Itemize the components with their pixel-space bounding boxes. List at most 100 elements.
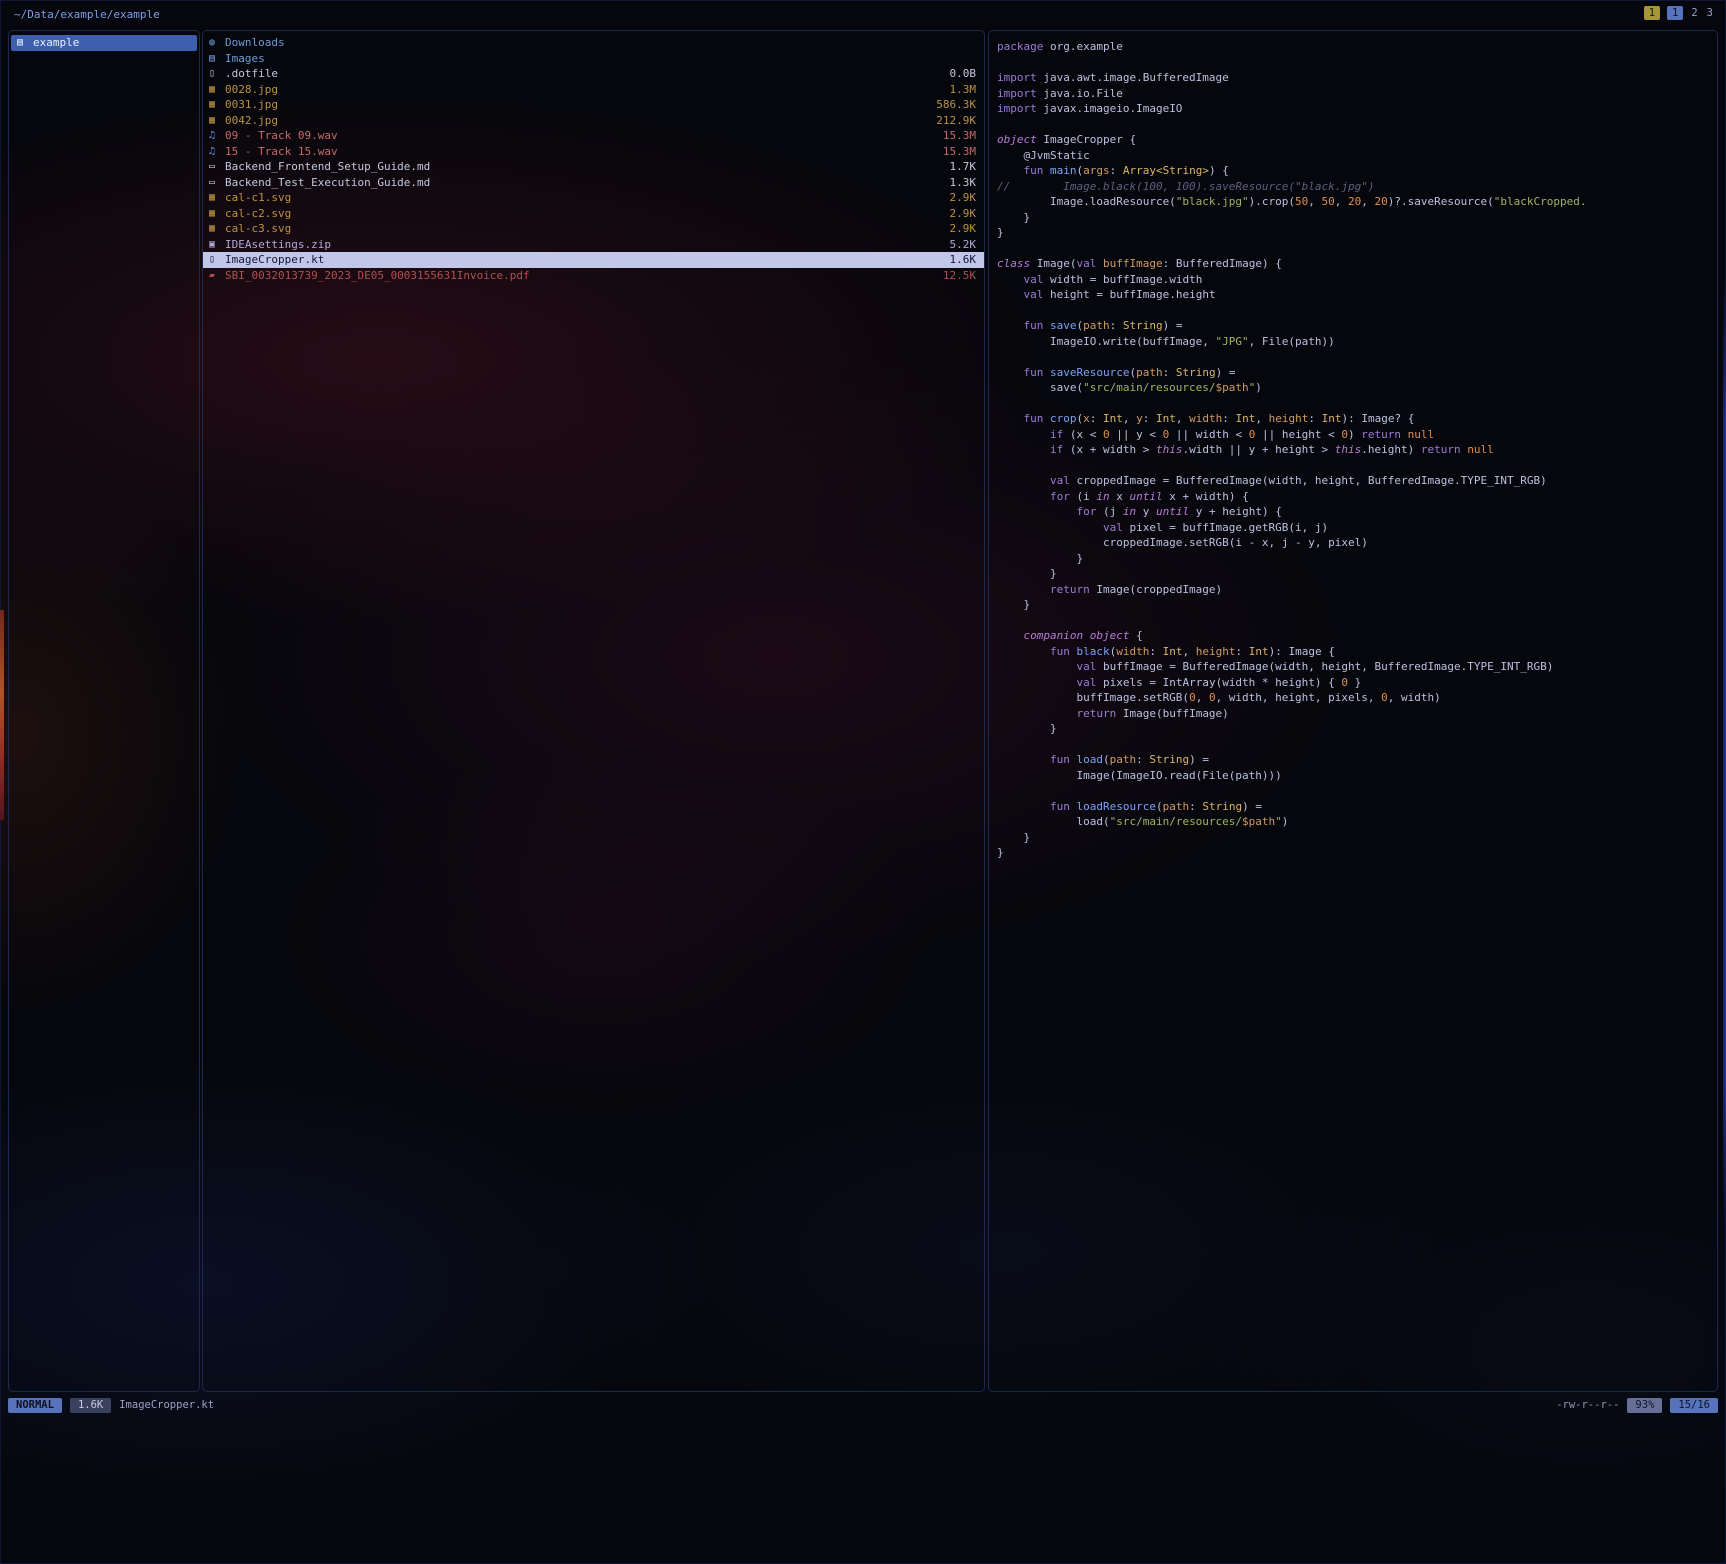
parent-rows: ▤example xyxy=(9,35,199,51)
markdown-icon: ▭ xyxy=(209,175,225,191)
code-line: return Image(croppedImage) xyxy=(997,582,1717,598)
code-line: fun loadResource(path: String) = xyxy=(997,799,1717,815)
file-name: SBI_0032013739_2023_DE05_0003155631Invoi… xyxy=(225,268,935,284)
code-line: Image.loadResource("black.jpg").crop(50,… xyxy=(997,194,1717,210)
file-size: 0.0B xyxy=(950,66,977,82)
file-row[interactable]: ♫15 - Track 15.wav 15.3M xyxy=(203,144,984,160)
tab-1[interactable]: 1 xyxy=(1644,6,1660,20)
kotlin-icon: ▯ xyxy=(209,252,225,268)
archive-icon: ▣ xyxy=(209,237,225,253)
folder-icon: ▤ xyxy=(17,35,33,51)
code-line: load("src/main/resources/$path") xyxy=(997,814,1717,830)
pane-container: ▤example ◍Downloads▤Images▯.dotfile0.0B▦… xyxy=(8,30,1718,1392)
code-line: import java.io.File xyxy=(997,86,1717,102)
pdf-icon: ▰ xyxy=(209,268,225,284)
status-bar-right: -rw-r--r-- 93% 15/16 xyxy=(1556,1398,1718,1413)
code-line: } xyxy=(997,721,1717,737)
file-name: Downloads xyxy=(225,35,968,51)
audio-icon: ♫ xyxy=(209,144,225,160)
file-row[interactable]: ▦cal-c1.svg2.9K xyxy=(203,190,984,206)
code-line: val pixel = buffImage.getRGB(i, j) xyxy=(997,520,1717,536)
code-line: } xyxy=(997,830,1717,846)
file-name: 15 - Track 15.wav xyxy=(225,144,935,160)
file-size: 2.9K xyxy=(950,221,977,237)
file-name: cal-c1.svg xyxy=(225,190,942,206)
code-line: // Image.black(100, 100).saveResource("b… xyxy=(997,179,1717,195)
code-line: val buffImage = BufferedImage(width, hei… xyxy=(997,659,1717,675)
image-icon: ▦ xyxy=(209,82,225,98)
file-name: 0031.jpg xyxy=(225,97,928,113)
file-row[interactable]: ◍Downloads xyxy=(203,35,984,51)
file-row[interactable]: ▦0028.jpg1.3M xyxy=(203,82,984,98)
file-size: 12.5K xyxy=(943,268,976,284)
file-row[interactable]: ▤Images xyxy=(203,51,984,67)
code-line: fun load(path: String) = xyxy=(997,752,1717,768)
file-permissions: -rw-r--r-- xyxy=(1556,1399,1619,1411)
code-line: buffImage.setRGB(0, 0, width, height, pi… xyxy=(997,690,1717,706)
file-row[interactable]: ▯.dotfile0.0B xyxy=(203,66,984,82)
parent-dir-item[interactable]: ▤example xyxy=(11,35,197,51)
scroll-percent-badge: 93% xyxy=(1627,1398,1662,1413)
code-line xyxy=(997,737,1717,753)
code-line xyxy=(997,783,1717,799)
code-line: val width = buffImage.width xyxy=(997,272,1717,288)
status-bar: NORMAL 1.6K ImageCropper.kt -rw-r--r-- 9… xyxy=(8,1396,1718,1414)
code-line: return Image(buffImage) xyxy=(997,706,1717,722)
code-line: save("src/main/resources/$path") xyxy=(997,380,1717,396)
file-name: 09 - Track 09.wav xyxy=(225,128,935,144)
code-line xyxy=(997,349,1717,365)
code-line xyxy=(997,55,1717,71)
file-size: 2.9K xyxy=(950,206,977,222)
code-line: } xyxy=(997,597,1717,613)
code-line: import java.awt.image.BufferedImage xyxy=(997,70,1717,86)
code-line: fun crop(x: Int, y: Int, width: Int, hei… xyxy=(997,411,1717,427)
tab-2[interactable]: 1 xyxy=(1667,6,1683,20)
file-size: 1.6K xyxy=(950,252,977,268)
file-row[interactable]: ▭Backend_Frontend_Setup_Guide.md1.7K xyxy=(203,159,984,175)
file-row[interactable]: ▭Backend_Test_Execution_Guide.md 1.3K xyxy=(203,175,984,191)
tab-3[interactable]: 2 xyxy=(1690,6,1698,20)
file-size: 15.3M xyxy=(943,144,976,160)
file-icon: ▯ xyxy=(209,66,225,82)
file-size: 5.2K xyxy=(950,237,977,253)
file-row[interactable]: ▯ImageCropper.kt1.6K xyxy=(203,252,984,268)
file-name: cal-c2.svg xyxy=(225,206,942,222)
file-row[interactable]: ♫09 - Track 09.wav15.3M xyxy=(203,128,984,144)
wallpaper-accent-left xyxy=(0,610,4,820)
audio-icon: ♫ xyxy=(209,128,225,144)
code-line: croppedImage.setRGB(i - x, j - y, pixel) xyxy=(997,535,1717,551)
folder-icon: ▤ xyxy=(209,51,225,67)
code-line: class Image(val buffImage: BufferedImage… xyxy=(997,256,1717,272)
status-bar-left: NORMAL 1.6K ImageCropper.kt xyxy=(8,1398,214,1413)
file-name: IDEAsettings.zip xyxy=(225,237,942,253)
code-line: } xyxy=(997,845,1717,861)
file-name: Backend_Frontend_Setup_Guide.md xyxy=(225,159,942,175)
code-line: import javax.imageio.ImageIO xyxy=(997,101,1717,117)
tab-4[interactable]: 3 xyxy=(1706,6,1714,20)
code-line: package org.example xyxy=(997,39,1717,55)
file-row[interactable]: ▦0031.jpg586.3K xyxy=(203,97,984,113)
code-line: for (j in y until y + height) { xyxy=(997,504,1717,520)
file-row[interactable]: ▦0042.jpg212.9K xyxy=(203,113,984,129)
file-row[interactable]: ▣IDEAsettings.zip 5.2K xyxy=(203,237,984,253)
code-line: fun black(width: Int, height: Int): Imag… xyxy=(997,644,1717,660)
file-name: 0028.jpg xyxy=(225,82,942,98)
code-line xyxy=(997,613,1717,629)
file-row[interactable]: ▦cal-c2.svg2.9K xyxy=(203,206,984,222)
code-line: if (x < 0 || y < 0 || width < 0 || heigh… xyxy=(997,427,1717,443)
file-rows: ◍Downloads▤Images▯.dotfile0.0B▦0028.jpg1… xyxy=(203,35,984,283)
code-line: ImageIO.write(buffImage, "JPG", File(pat… xyxy=(997,334,1717,350)
preview-pane: package org.example import java.awt.imag… xyxy=(988,30,1718,1392)
image-icon: ▦ xyxy=(209,221,225,237)
file-name: example xyxy=(33,35,189,51)
file-row[interactable]: ▰SBI_0032013739_2023_DE05_0003155631Invo… xyxy=(203,268,984,284)
file-size: 1.3K xyxy=(950,175,977,191)
code-preview: package org.example import java.awt.imag… xyxy=(989,35,1717,861)
file-name: cal-c3.svg xyxy=(225,221,942,237)
code-line: val croppedImage = BufferedImage(width, … xyxy=(997,473,1717,489)
cursor-position-badge: 15/16 xyxy=(1670,1398,1718,1413)
image-icon: ▦ xyxy=(209,190,225,206)
file-name: Backend_Test_Execution_Guide.md xyxy=(225,175,942,191)
file-row[interactable]: ▦cal-c3.svg 2.9K xyxy=(203,221,984,237)
code-line: fun save(path: String) = xyxy=(997,318,1717,334)
